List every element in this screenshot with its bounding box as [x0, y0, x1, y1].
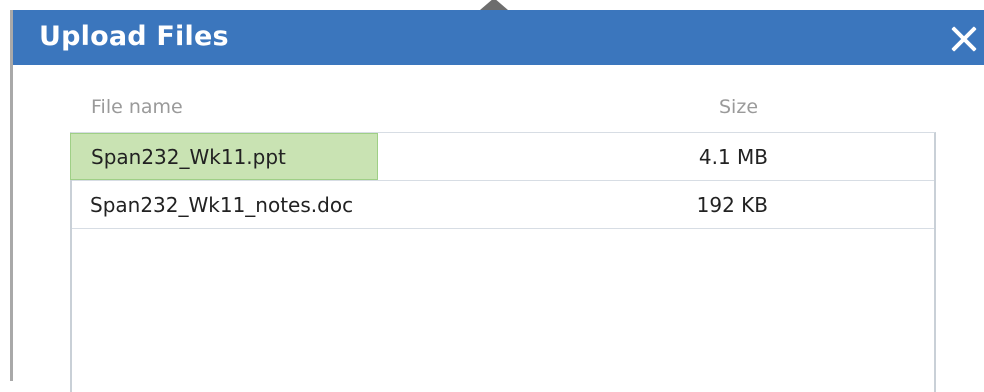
- column-header-size: Size: [719, 96, 759, 118]
- file-size-cell: 4.1 MB: [699, 133, 768, 180]
- table-row[interactable]: Span232_Wk11_notes.doc 192 KB: [72, 181, 934, 229]
- file-size: 4.1 MB: [698, 144, 768, 169]
- close-icon[interactable]: [948, 23, 980, 55]
- upload-files-dialog: Upload Files File name Size Span232_Wk11…: [10, 10, 984, 392]
- file-size: 192 KB: [696, 192, 768, 217]
- file-name: Span232_Wk11.ppt: [91, 144, 286, 169]
- table-row[interactable]: Span232_Wk11.ppt 4.1 MB: [70, 133, 934, 181]
- file-name-cell[interactable]: Span232_Wk11.ppt: [70, 133, 378, 180]
- file-list: Span232_Wk11.ppt 4.1 MB Span232_Wk11_not…: [70, 132, 936, 392]
- dialog-title: Upload Files: [39, 21, 229, 52]
- file-size-cell: 192 KB: [697, 181, 768, 228]
- file-name: Span232_Wk11_notes.doc: [90, 192, 354, 217]
- file-name-cell[interactable]: Span232_Wk11_notes.doc: [70, 181, 378, 228]
- dialog-titlebar: Upload Files: [13, 10, 984, 65]
- column-header-file-name: File name: [91, 96, 183, 118]
